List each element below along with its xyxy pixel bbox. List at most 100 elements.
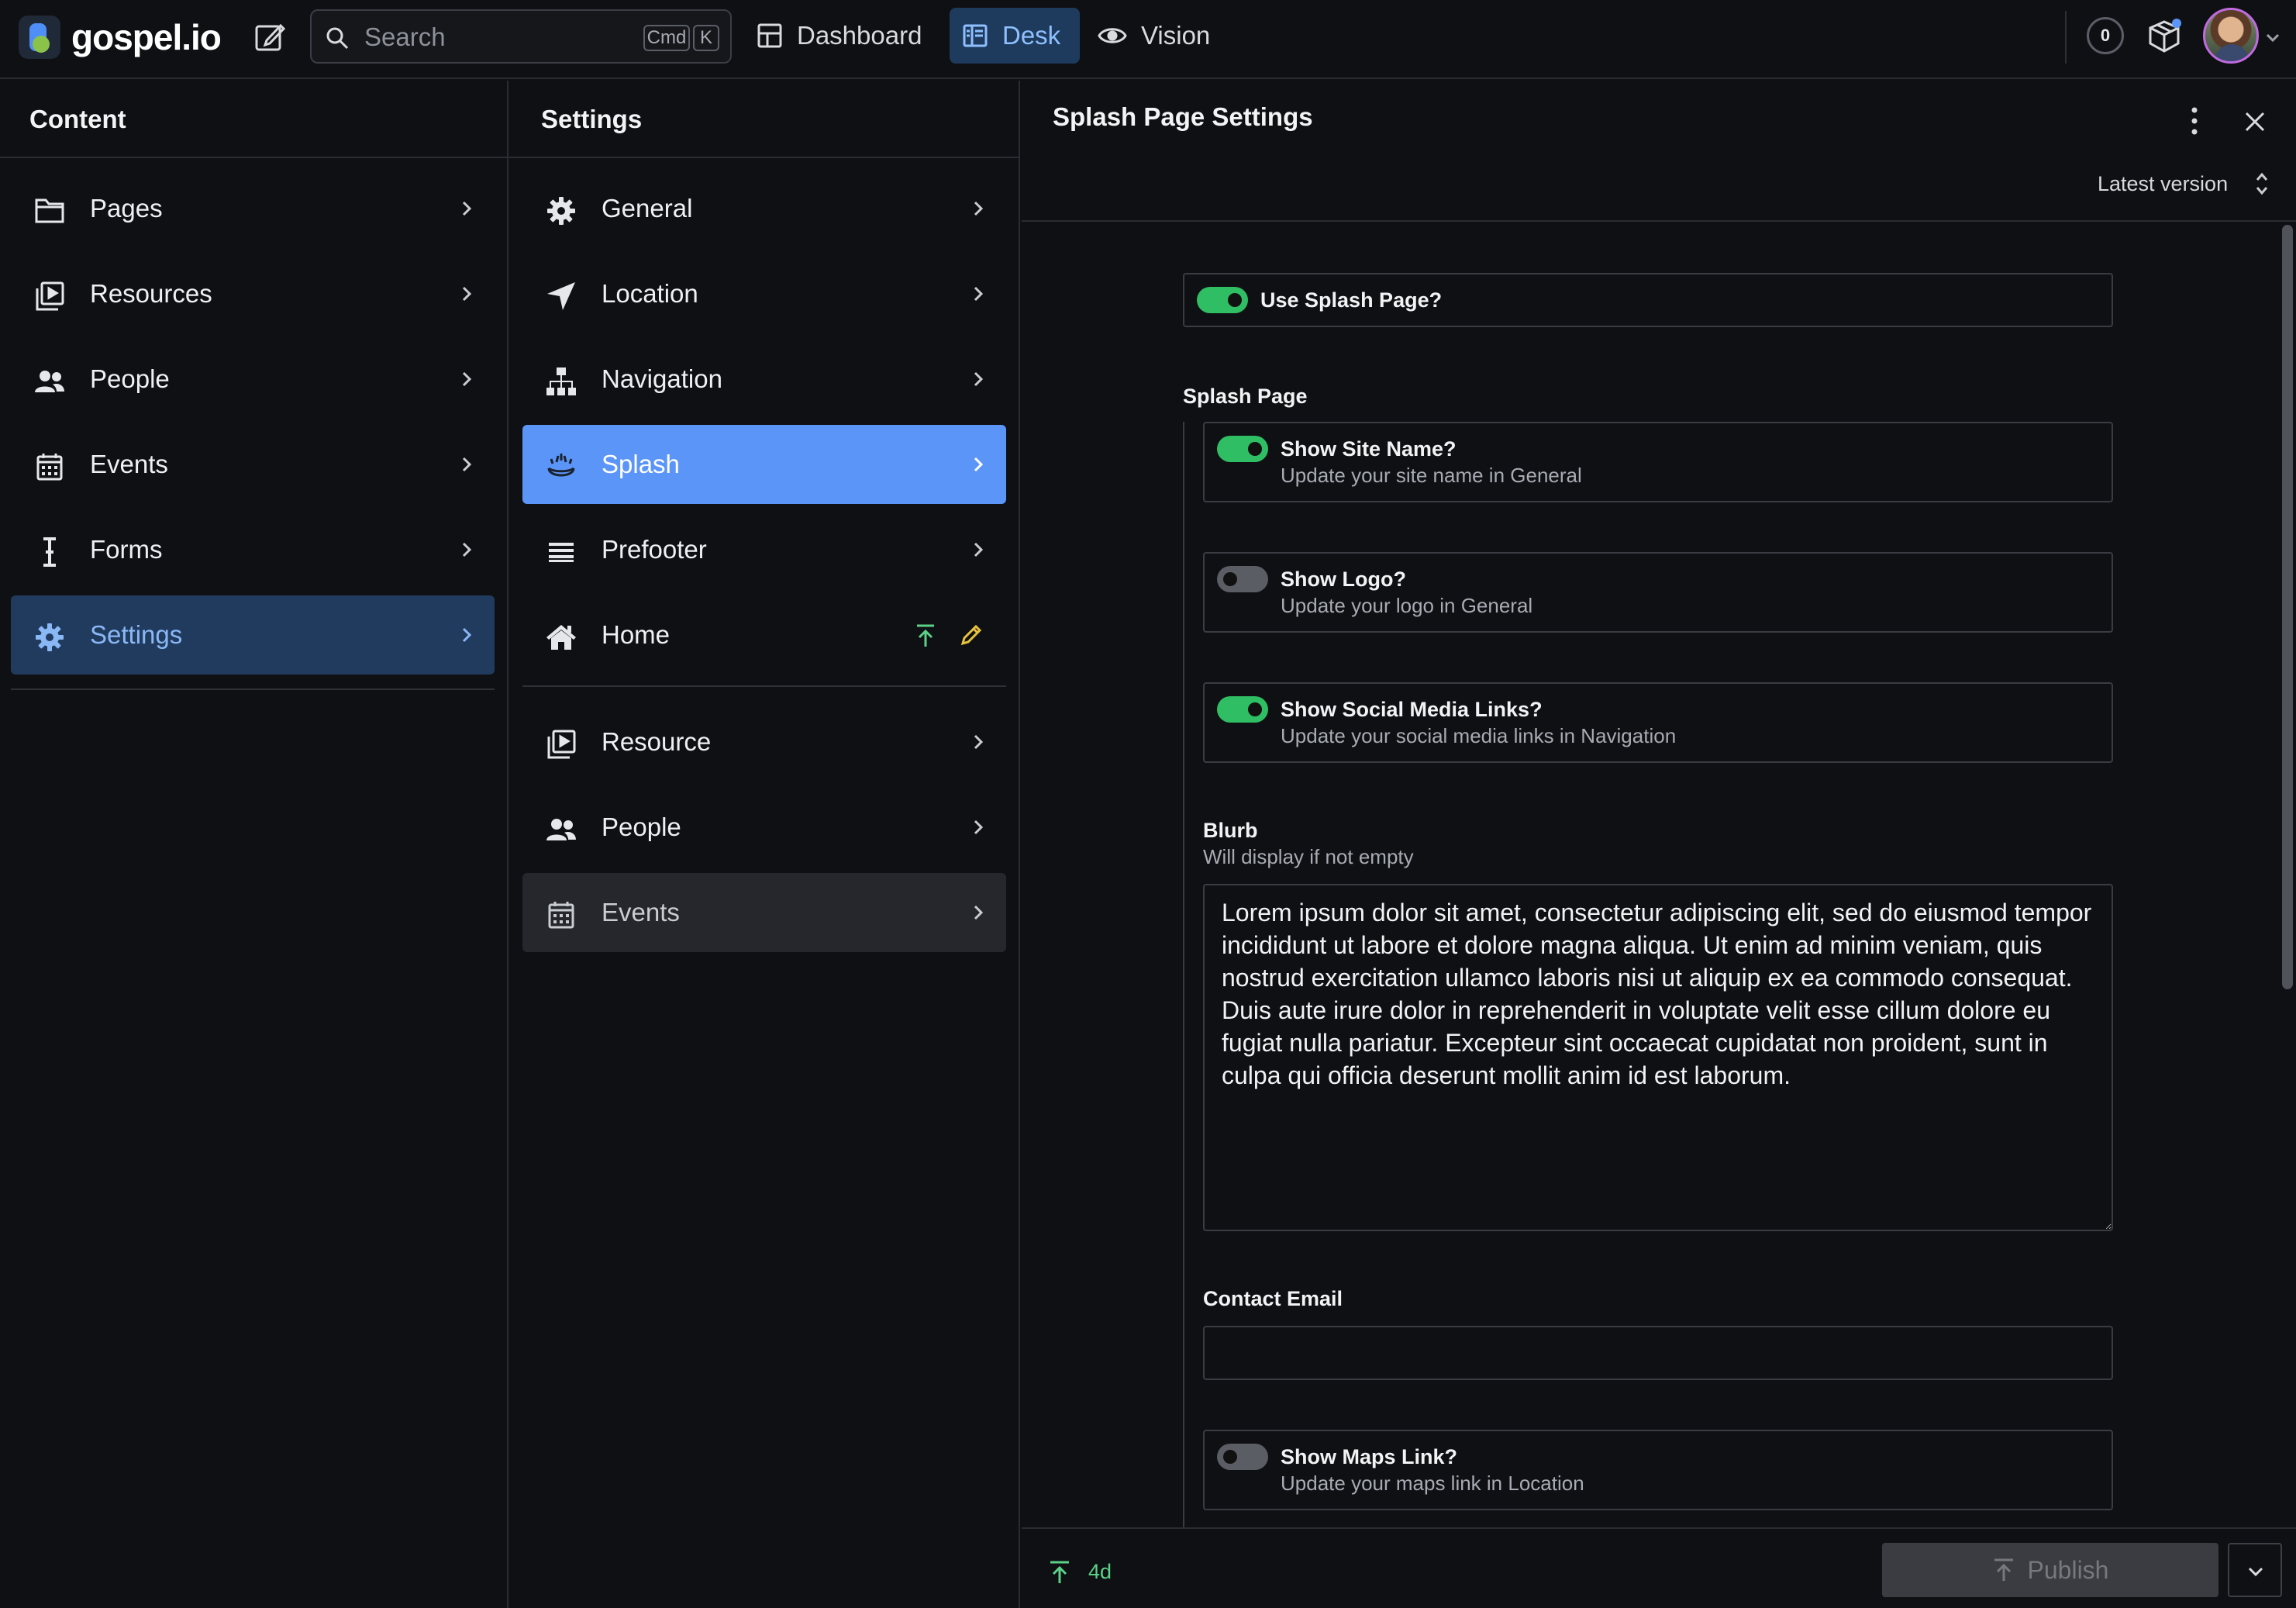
publish-options-button[interactable] bbox=[2228, 1543, 2282, 1597]
scrollbar-thumb[interactable] bbox=[2282, 225, 2293, 989]
show-social-help: Update your social media links in Naviga… bbox=[1281, 724, 1677, 747]
contact-email-input[interactable] bbox=[1203, 1326, 2113, 1380]
chevron-down-icon[interactable] bbox=[2263, 29, 2282, 45]
content-item-label: Resources bbox=[90, 279, 212, 308]
search-box[interactable]: Cmd K bbox=[310, 9, 732, 64]
chevron-right-icon bbox=[462, 627, 472, 643]
version-selector[interactable]: Latest version bbox=[2098, 172, 2228, 196]
show-logo-toggle[interactable] bbox=[1217, 566, 1268, 592]
cube-icon bbox=[2149, 19, 2181, 53]
people-icon bbox=[546, 819, 576, 840]
splash-settings-panel: Splash Page Settings Latest version Use … bbox=[1022, 81, 2296, 1608]
show-site-name-field[interactable]: Show Site Name? Update your site name in… bbox=[1203, 422, 2113, 502]
tab-dashboard[interactable]: Dashboard bbox=[757, 8, 943, 64]
edit-icon bbox=[255, 23, 286, 51]
settings-item-label: Navigation bbox=[602, 364, 722, 393]
group-indent-line bbox=[1183, 422, 1184, 1585]
chevron-right-icon bbox=[462, 201, 472, 216]
settings-item-home[interactable]: Home bbox=[522, 595, 1006, 675]
content-item-forms[interactable]: Forms bbox=[11, 510, 495, 589]
calendar-icon bbox=[36, 454, 63, 481]
show-logo-help: Update your logo in General bbox=[1281, 594, 1533, 617]
sitemap-icon bbox=[546, 367, 576, 395]
settings-item-general[interactable]: General bbox=[522, 169, 1006, 248]
more-options-icon[interactable] bbox=[2189, 105, 2200, 136]
content-item-settings[interactable]: Settings bbox=[11, 595, 495, 675]
pencil-icon[interactable] bbox=[960, 623, 983, 647]
close-icon[interactable] bbox=[2243, 110, 2267, 133]
calendar-icon bbox=[548, 902, 574, 929]
settings-item-label: Prefooter bbox=[602, 535, 707, 564]
logo-mark-icon bbox=[19, 16, 60, 59]
brand-logo[interactable]: gospel.io bbox=[19, 14, 222, 60]
user-avatar[interactable] bbox=[2203, 8, 2259, 64]
eye-icon bbox=[1098, 28, 1127, 43]
publish-button[interactable]: Publish bbox=[1882, 1543, 2218, 1597]
chevron-right-icon bbox=[462, 286, 472, 302]
tab-vision-label: Vision bbox=[1141, 21, 1211, 50]
chevron-up-down-icon[interactable] bbox=[2254, 171, 2270, 197]
blurb-help: Will display if not empty bbox=[1203, 845, 1414, 868]
settings-item-resource[interactable]: Resource bbox=[522, 702, 1006, 782]
publish-button-label: Publish bbox=[2027, 1555, 2109, 1584]
shortcut-k-key: K bbox=[693, 25, 719, 51]
publish-arrow-icon bbox=[1994, 1558, 2013, 1581]
chevron-right-icon bbox=[974, 734, 984, 750]
chevron-right-icon bbox=[974, 905, 984, 920]
chevron-right-icon bbox=[974, 371, 984, 387]
content-column: Content Pages Resources People Events Fo… bbox=[0, 81, 508, 1608]
desk-icon bbox=[963, 24, 988, 47]
settings-item-location[interactable]: Location bbox=[522, 254, 1006, 333]
brand-name: gospel.io bbox=[71, 17, 222, 57]
contact-email-label: Contact Email bbox=[1203, 1287, 1343, 1310]
content-item-pages[interactable]: Pages bbox=[11, 169, 495, 248]
tab-desk[interactable]: Desk bbox=[950, 8, 1080, 64]
packages-button[interactable] bbox=[2147, 17, 2184, 56]
show-logo-label: Show Logo? bbox=[1281, 568, 1406, 591]
show-site-name-label: Show Site Name? bbox=[1281, 437, 1457, 461]
settings-item-events[interactable]: Events bbox=[522, 873, 1006, 952]
version-age: 4d bbox=[1088, 1560, 1112, 1583]
tab-vision[interactable]: Vision bbox=[1098, 8, 1237, 64]
show-social-field[interactable]: Show Social Media Links? Update your soc… bbox=[1203, 682, 2113, 763]
settings-item-people[interactable]: People bbox=[522, 788, 1006, 867]
chevron-right-icon bbox=[462, 542, 472, 557]
panel-footer: 4d Publish bbox=[1022, 1527, 2296, 1608]
settings-item-navigation[interactable]: Navigation bbox=[522, 340, 1006, 419]
show-maps-field[interactable]: Show Maps Link? Update your maps link in… bbox=[1203, 1430, 2113, 1510]
show-site-name-help: Update your site name in General bbox=[1281, 464, 1582, 487]
show-site-name-toggle[interactable] bbox=[1217, 436, 1268, 462]
publish-arrow-icon[interactable] bbox=[915, 623, 936, 648]
notification-count-badge[interactable]: 0 bbox=[2087, 17, 2124, 54]
show-social-toggle[interactable] bbox=[1217, 696, 1268, 723]
settings-column-title: Settings bbox=[508, 81, 1019, 158]
settings-item-prefooter[interactable]: Prefooter bbox=[522, 510, 1006, 589]
settings-column: Settings General Location Navigation Spl… bbox=[508, 81, 1020, 1608]
content-item-label: People bbox=[90, 364, 170, 393]
compose-button[interactable] bbox=[253, 20, 287, 54]
panel-title: Splash Page Settings bbox=[1053, 102, 1313, 131]
use-splash-field[interactable]: Use Splash Page? bbox=[1183, 273, 2113, 327]
show-maps-toggle[interactable] bbox=[1217, 1444, 1268, 1470]
publish-arrow-icon bbox=[1050, 1561, 1069, 1583]
toggle-knob bbox=[1223, 572, 1237, 586]
show-logo-field[interactable]: Show Logo? Update your logo in General bbox=[1203, 552, 2113, 633]
toggle-knob bbox=[1228, 293, 1242, 307]
toggle-knob bbox=[1248, 442, 1262, 456]
top-bar: gospel.io Cmd K Dashboard Desk Vision 0 bbox=[0, 0, 2296, 79]
chevron-right-icon bbox=[974, 286, 984, 302]
blurb-textarea[interactable] bbox=[1203, 884, 2113, 1231]
menu-divider bbox=[11, 688, 495, 690]
content-column-title: Content bbox=[0, 81, 507, 158]
settings-item-splash[interactable]: Splash bbox=[522, 425, 1006, 504]
search-input[interactable] bbox=[364, 19, 597, 56]
content-item-events[interactable]: Events bbox=[11, 425, 495, 504]
topbar-divider bbox=[2065, 11, 2067, 64]
dashboard-icon bbox=[757, 23, 782, 48]
app-root: gospel.io Cmd K Dashboard Desk Vision 0 bbox=[0, 0, 2296, 1608]
blurb-label: Blurb bbox=[1203, 819, 1258, 842]
chevron-right-icon bbox=[462, 371, 472, 387]
content-item-people[interactable]: People bbox=[11, 340, 495, 419]
use-splash-toggle[interactable] bbox=[1197, 287, 1248, 313]
content-item-resources[interactable]: Resources bbox=[11, 254, 495, 333]
